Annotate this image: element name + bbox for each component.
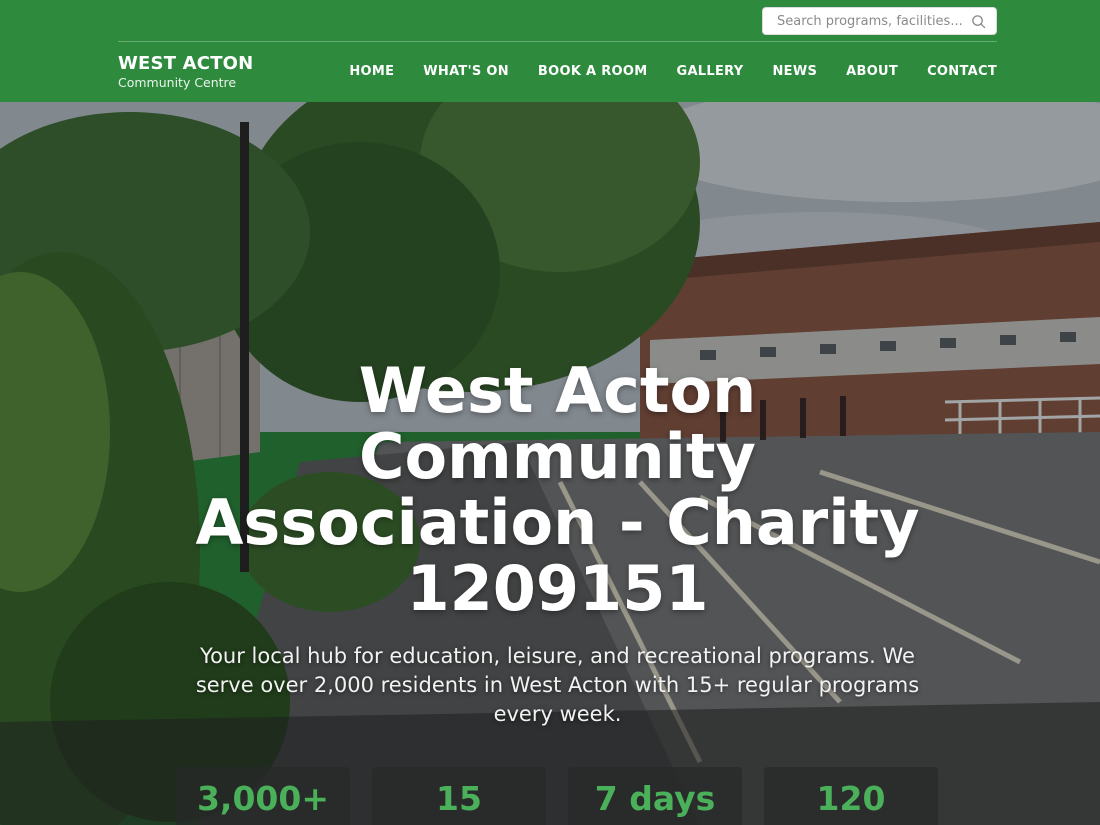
stat-value: 7 days <box>594 779 716 818</box>
stats-row: 3,000+ 15 7 days 120 <box>176 767 938 825</box>
stat-card: 7 days <box>568 767 742 825</box>
nav-news[interactable]: NEWS <box>772 63 817 81</box>
nav-book-a-room[interactable]: BOOK A ROOM <box>538 63 648 81</box>
search-box[interactable] <box>762 7 997 35</box>
brand-logo[interactable]: WEST ACTON Community Centre <box>118 53 253 91</box>
search-input[interactable] <box>763 8 963 34</box>
search-icon[interactable] <box>971 14 986 29</box>
hero-description: Your local hub for education, leisure, a… <box>195 644 920 726</box>
nav-home[interactable]: HOME <box>349 63 394 81</box>
stat-value: 120 <box>816 779 886 818</box>
stat-value: 15 <box>436 779 482 818</box>
main-nav: HOME WHAT'S ON BOOK A ROOM GALLERY NEWS … <box>320 63 997 81</box>
nav-gallery[interactable]: GALLERY <box>676 63 743 81</box>
hero-title: West Acton Community Association - Chari… <box>195 354 920 625</box>
nav-whats-on[interactable]: WHAT'S ON <box>423 63 509 81</box>
stat-value: 3,000+ <box>196 779 330 818</box>
top-bar <box>118 0 997 42</box>
nav-about[interactable]: ABOUT <box>846 63 898 81</box>
site-header: WEST ACTON Community Centre HOME WHAT'S … <box>0 0 1100 102</box>
stat-card: 120 <box>764 767 938 825</box>
header-inner: WEST ACTON Community Centre HOME WHAT'S … <box>118 0 997 102</box>
nav-contact[interactable]: CONTACT <box>927 63 997 81</box>
stat-card: 15 <box>372 767 546 825</box>
brand-subtitle: Community Centre <box>118 75 237 90</box>
hero-section: West Acton Community Association - Chari… <box>0 102 1100 825</box>
stat-card: 3,000+ <box>176 767 350 825</box>
brand-name: WEST ACTON <box>118 53 254 74</box>
